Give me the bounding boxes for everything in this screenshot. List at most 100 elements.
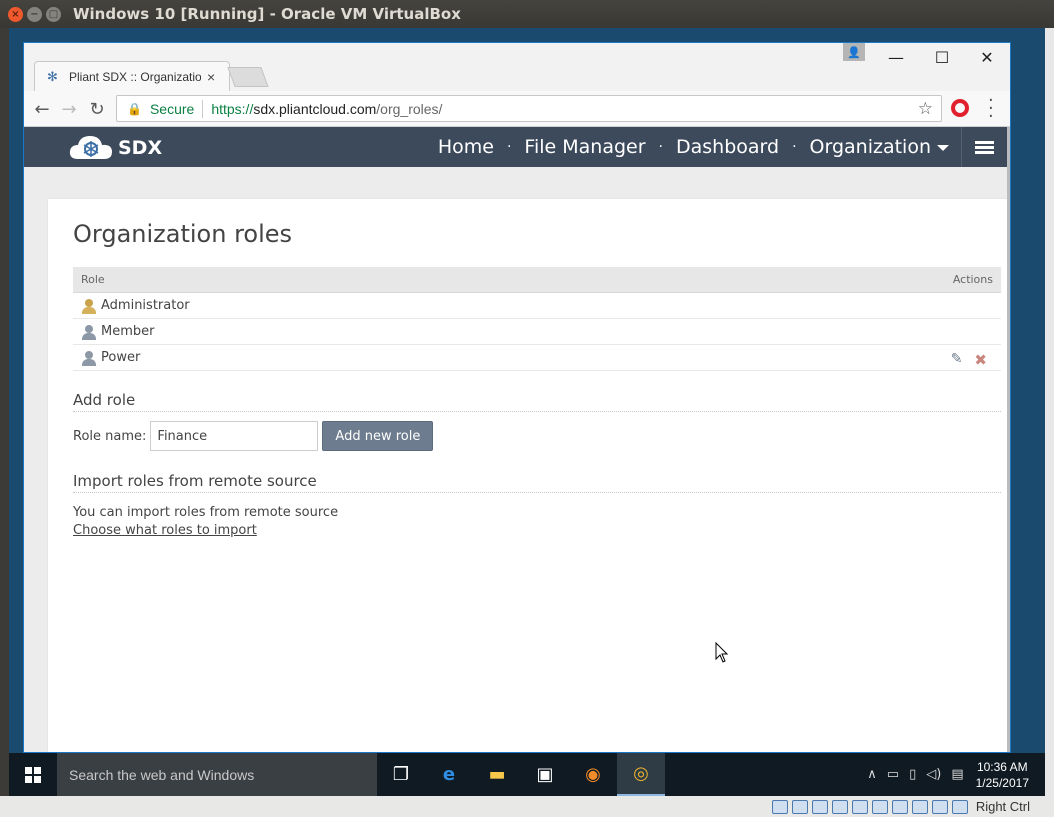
chrome-window: 👤 — ☐ ✕ ✻ Pliant SDX :: Organization × ←… <box>23 42 1011 753</box>
new-tab-button[interactable] <box>227 67 269 87</box>
host-key-label: Right Ctrl <box>975 799 1030 814</box>
optical-drive-icon[interactable] <box>791 799 808 814</box>
window-maximize-button[interactable]: ☐ <box>919 43 965 71</box>
column-header-actions: Actions <box>952 273 993 286</box>
url-path: /org_roles/ <box>376 100 443 117</box>
browser-toolbar: ← → ↻ 🔒 Secure https://sdx.pliantcloud.c… <box>24 91 1010 127</box>
windows-start-icon[interactable] <box>9 753 57 796</box>
add-role-form: Role name: Add new role <box>73 421 434 451</box>
role-name-input[interactable] <box>150 421 319 451</box>
sdx-cloud-logo-icon[interactable] <box>68 133 114 161</box>
tray-notifications-icon[interactable]: ▤ <box>951 767 963 782</box>
choose-roles-link[interactable]: Choose what roles to import <box>73 523 257 538</box>
address-bar[interactable]: 🔒 Secure https://sdx.pliantcloud.com/org… <box>116 95 942 122</box>
window-close-button[interactable]: ✕ <box>964 43 1010 71</box>
vt-x-icon[interactable] <box>931 799 948 814</box>
tab-title: Pliant SDX :: Organization <box>69 69 201 84</box>
file-explorer-icon[interactable]: ▬ <box>473 753 521 796</box>
lock-icon: 🔒 <box>127 101 142 116</box>
role-name: Administrator <box>101 298 190 313</box>
usb-icon[interactable] <box>851 799 868 814</box>
tray-volume-icon[interactable]: ◁) <box>926 767 941 782</box>
mouse-cursor-icon <box>715 642 729 663</box>
vbox-window-title: Windows 10 [Running] - Oracle VM Virtual… <box>73 5 461 23</box>
row-actions: ✎ ✖ <box>951 351 987 369</box>
table-row: Power ✎ ✖ <box>73 345 1001 371</box>
reload-icon[interactable]: ↻ <box>85 97 109 121</box>
vbox-device-icons <box>771 799 968 814</box>
windows-taskbar: Search the web and Windows ❐ e ▬ ▣ ◉ ◎ ∧… <box>9 753 1045 796</box>
user-role-icon <box>81 324 97 340</box>
url-scheme: https:// <box>211 100 254 117</box>
import-roles-heading: Import roles from remote source <box>73 472 1001 493</box>
vbox-titlebar: × − □ Windows 10 [Running] - Oracle VM V… <box>0 0 1054 28</box>
add-role-heading: Add role <box>73 391 1001 412</box>
edge-browser-icon[interactable]: e <box>425 753 473 796</box>
firefox-icon[interactable]: ◉ <box>569 753 617 796</box>
roles-table: Role Actions Administrator Member Power <box>73 267 1001 371</box>
role-name: Member <box>101 324 155 339</box>
taskbar-clock[interactable]: 10:36 AM 1/25/2017 <box>976 759 1029 791</box>
network-icon[interactable] <box>831 799 848 814</box>
nav-file-manager[interactable]: File Manager <box>524 136 645 158</box>
content-panel: Organization roles Role Actions Administ… <box>48 199 1007 752</box>
vbox-statusbar: Right Ctrl <box>0 796 1054 817</box>
page-scrollbar[interactable] <box>1007 127 1010 752</box>
clock-time: 10:36 AM <box>976 759 1028 774</box>
page-title: Organization roles <box>73 220 293 248</box>
shared-folders-icon[interactable] <box>871 799 888 814</box>
forward-arrow-icon[interactable]: → <box>57 97 81 121</box>
tray-network-icon[interactable]: ▯ <box>909 767 916 782</box>
vbox-close-button[interactable]: × <box>8 6 23 22</box>
tab-close-icon[interactable]: × <box>207 69 215 85</box>
role-name: Power <box>101 350 141 365</box>
site-nav-links: Home · File Manager · Dashboard · Organi… <box>438 127 949 167</box>
video-capture-icon[interactable] <box>911 799 928 814</box>
hard-disk-icon[interactable] <box>771 799 788 814</box>
hamburger-menu-icon[interactable] <box>961 127 1007 167</box>
user-role-icon <box>81 350 97 366</box>
chrome-taskbar-icon[interactable]: ◎ <box>617 753 665 796</box>
system-tray: ∧ ▭ ▯ ◁) ▤ 10:36 AM 1/25/2017 <box>867 753 1045 796</box>
chrome-titlebar: 👤 — ☐ ✕ ✻ Pliant SDX :: Organization × ←… <box>24 43 1010 127</box>
guest-scrollbar[interactable] <box>1045 28 1054 796</box>
nav-home[interactable]: Home <box>438 136 494 158</box>
nav-separator: · <box>658 139 663 155</box>
sdx-favicon-icon: ✻ <box>47 68 58 84</box>
import-description: You can import roles from remote source <box>73 505 339 520</box>
table-header: Role Actions <box>73 267 1001 293</box>
tray-power-icon[interactable]: ▭ <box>887 767 899 782</box>
tray-chevron-up-icon[interactable]: ∧ <box>867 767 877 782</box>
bookmark-star-icon[interactable]: ☆ <box>918 99 933 119</box>
nav-separator: · <box>792 139 797 155</box>
delete-x-icon[interactable]: ✖ <box>974 351 987 369</box>
guest-desktop: 👤 — ☐ ✕ ✻ Pliant SDX :: Organization × ←… <box>9 28 1054 796</box>
add-new-role-button[interactable]: Add new role <box>322 421 434 451</box>
admin-role-icon <box>81 298 97 314</box>
caret-down-icon <box>937 144 949 151</box>
taskbar-search-box[interactable]: Search the web and Windows <box>57 753 377 796</box>
edit-pencil-icon[interactable]: ✎ <box>951 351 963 369</box>
nav-organization[interactable]: Organization <box>810 136 949 158</box>
table-row: Member <box>73 319 1001 345</box>
omnibox-divider <box>202 99 204 118</box>
profile-icon[interactable]: 👤 <box>843 43 865 61</box>
role-name-label: Role name: <box>73 428 147 444</box>
secure-label: Secure <box>149 100 195 117</box>
audio-icon[interactable] <box>811 799 828 814</box>
back-arrow-icon[interactable]: ← <box>30 97 54 121</box>
display-icon[interactable] <box>891 799 908 814</box>
vbox-minimize-button[interactable]: − <box>27 6 42 22</box>
browser-tab[interactable]: ✻ Pliant SDX :: Organization × <box>34 61 230 91</box>
url-host: sdx.pliantcloud.com <box>253 100 377 117</box>
chrome-menu-icon[interactable]: · · · <box>988 92 994 126</box>
opera-extension-icon[interactable] <box>951 99 969 117</box>
store-icon[interactable]: ▣ <box>521 753 569 796</box>
site-brand[interactable]: SDX <box>118 137 162 159</box>
vbox-maximize-button[interactable]: □ <box>46 6 61 22</box>
nav-separator: · <box>506 139 512 155</box>
mouse-integration-icon[interactable] <box>951 799 968 814</box>
task-view-icon[interactable]: ❐ <box>377 753 425 796</box>
nav-dashboard[interactable]: Dashboard <box>676 136 779 158</box>
window-minimize-button[interactable]: — <box>873 43 919 71</box>
